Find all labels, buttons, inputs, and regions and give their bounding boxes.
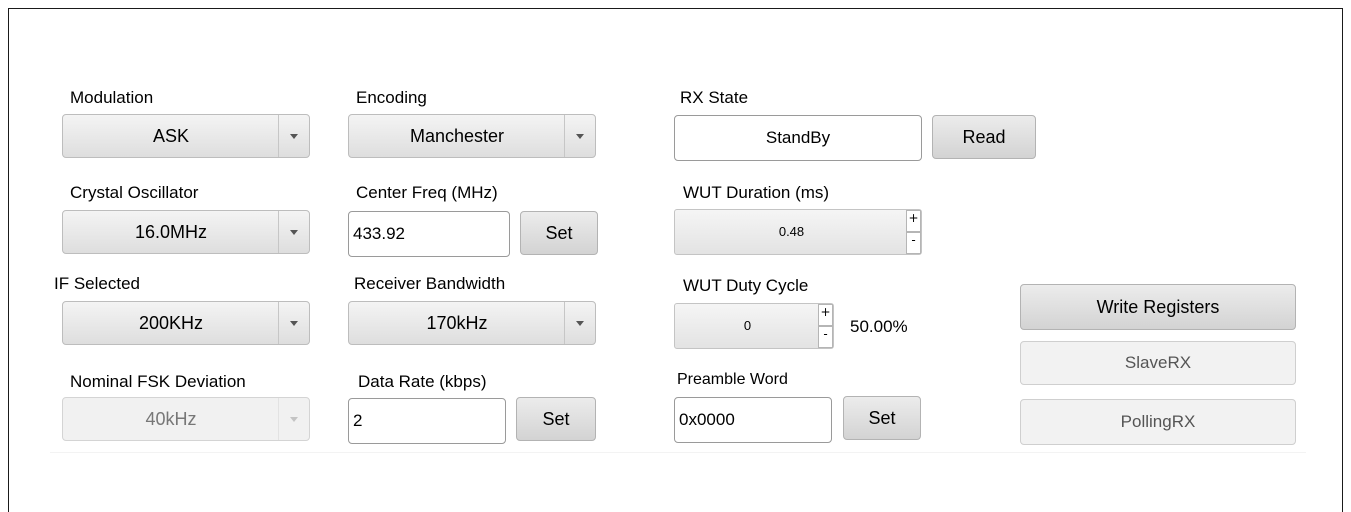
wut-duty-value: 0 xyxy=(743,318,752,333)
polling-rx-button[interactable]: PollingRX xyxy=(1020,399,1296,445)
modulation-label: Modulation xyxy=(70,88,154,107)
chevron-down-icon[interactable] xyxy=(278,302,309,344)
write-registers-button[interactable]: Write Registers xyxy=(1020,284,1296,330)
rx-state-label: RX State xyxy=(680,88,749,107)
center-freq-set-button[interactable]: Set xyxy=(520,211,598,255)
crystal-value: 16.0MHz xyxy=(134,222,208,242)
rx-bandwidth-select[interactable]: 170kHz xyxy=(348,301,596,345)
crystal-label: Crystal Oscillator xyxy=(70,183,199,202)
if-value: 200KHz xyxy=(138,313,204,333)
modulation-value: ASK xyxy=(152,126,190,146)
preamble-input[interactable]: 0x0000 xyxy=(674,397,832,443)
preamble-set-button[interactable]: Set xyxy=(843,396,921,440)
decrement-button[interactable]: - xyxy=(818,326,833,348)
divider xyxy=(50,452,1306,453)
chevron-down-icon[interactable] xyxy=(278,115,309,157)
fsk-deviation-value: 40kHz xyxy=(145,409,197,429)
rx-bandwidth-value: 170kHz xyxy=(426,313,488,333)
chevron-down-icon xyxy=(278,398,309,440)
slave-rx-button[interactable]: SlaveRX xyxy=(1020,341,1296,385)
data-rate-label: Data Rate (kbps) xyxy=(358,372,487,391)
duty-percent: 50.00% xyxy=(850,317,908,336)
chevron-down-icon[interactable] xyxy=(564,302,595,344)
chevron-down-icon[interactable] xyxy=(278,211,309,253)
wut-duty-spinner[interactable]: 0 + - xyxy=(674,303,834,349)
increment-button[interactable]: + xyxy=(818,304,833,326)
modulation-select[interactable]: ASK xyxy=(62,114,310,158)
rx-state-field: StandBy xyxy=(674,115,922,161)
preamble-label: Preamble Word xyxy=(677,371,788,388)
chevron-down-icon[interactable] xyxy=(564,115,595,157)
center-freq-input[interactable]: 433.92 xyxy=(348,211,510,257)
wut-duty-label: WUT Duty Cycle xyxy=(683,276,809,295)
fsk-deviation-select: 40kHz xyxy=(62,397,310,441)
if-selected-label: IF Selected xyxy=(54,274,140,293)
encoding-select[interactable]: Manchester xyxy=(348,114,596,158)
read-button[interactable]: Read xyxy=(932,115,1036,159)
data-rate-set-button[interactable]: Set xyxy=(516,397,596,441)
center-freq-label: Center Freq (MHz) xyxy=(356,183,498,202)
encoding-label: Encoding xyxy=(356,88,427,107)
rx-bandwidth-label: Receiver Bandwidth xyxy=(354,274,506,293)
encoding-value: Manchester xyxy=(409,126,505,146)
increment-button[interactable]: + xyxy=(906,210,921,232)
wut-duration-spinner[interactable]: 0.48 + - xyxy=(674,209,922,255)
if-select[interactable]: 200KHz xyxy=(62,301,310,345)
decrement-button[interactable]: - xyxy=(906,232,921,254)
fsk-deviation-label: Nominal FSK Deviation xyxy=(70,372,246,391)
wut-duration-label: WUT Duration (ms) xyxy=(683,183,830,202)
wut-duration-value: 0.48 xyxy=(778,224,805,239)
data-rate-input[interactable]: 2 xyxy=(348,398,506,444)
crystal-select[interactable]: 16.0MHz xyxy=(62,210,310,254)
